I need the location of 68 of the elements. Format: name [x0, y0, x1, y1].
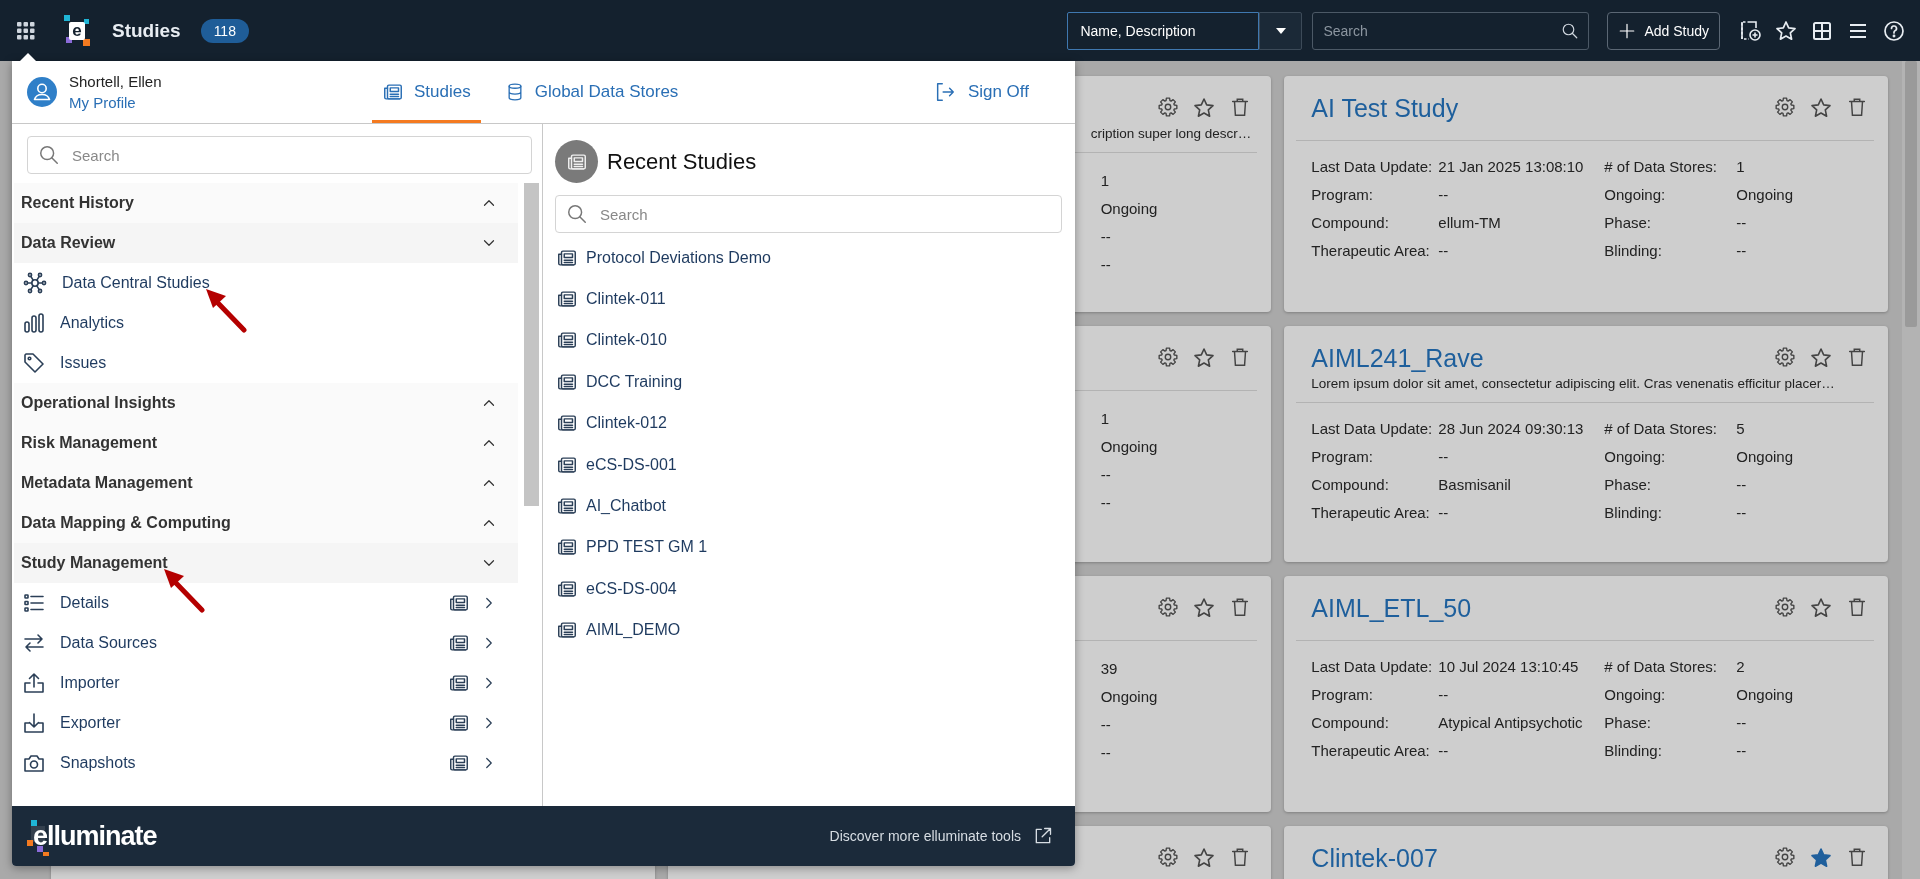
user-name: Shortell, Ellen — [69, 73, 162, 90]
field-label: Therapeutic Area: — [1311, 503, 1430, 521]
field-value: ellum-TM — [1438, 213, 1501, 231]
field-value: 1 — [1736, 157, 1745, 175]
field-value: 5 — [1736, 419, 1745, 437]
field-value: -- — [1736, 713, 1747, 731]
section-title: Recent Studies — [607, 148, 757, 175]
field-value: Basmisanil — [1438, 475, 1511, 493]
field-value: -- — [1100, 227, 1112, 245]
study-description: Lorem ipsum dolor sit amet, consectetur adipiscing elit. Cras venenatis efficitur placer… — [1310, 375, 1836, 393]
field-value: -- — [1100, 715, 1112, 733]
field-value: Ongoing — [1100, 199, 1159, 217]
app-logo: e — [64, 14, 90, 47]
field-label: Ongoing: — [1604, 185, 1666, 203]
count-badge: 118 — [200, 18, 249, 43]
field-value: -- — [1438, 241, 1449, 259]
field-value: -- — [1100, 465, 1112, 483]
field-label: Compound: — [1311, 213, 1389, 231]
field-value: Ongoing — [1736, 447, 1794, 465]
field-label: Ongoing: — [1604, 447, 1666, 465]
field-value: Atypical Antipsychotic — [1438, 713, 1583, 731]
field-label: Phase: — [1604, 213, 1652, 231]
field-value: Ongoing — [1100, 437, 1159, 455]
field-label: # of Data Stores: — [1604, 157, 1717, 175]
field-value: Ongoing — [1100, 687, 1159, 705]
field-label: Last Data Update: — [1311, 157, 1433, 175]
field-label: Program: — [1311, 447, 1373, 465]
study-description: cription super long descr… — [1090, 126, 1252, 141]
field-value: -- — [1100, 255, 1112, 273]
field-value: -- — [1438, 185, 1449, 203]
field-value: -- — [1736, 213, 1747, 231]
field-label: # of Data Stores: — [1604, 657, 1717, 675]
field-label: Ongoing: — [1604, 685, 1666, 703]
field-value: -- — [1100, 743, 1112, 761]
field-label: Program: — [1311, 185, 1373, 203]
field-value: -- — [1438, 741, 1449, 759]
field-label: Therapeutic Area: — [1311, 241, 1430, 259]
field-value: -- — [1736, 503, 1747, 521]
field-label: # of Data Stores: — [1604, 419, 1717, 437]
field-value: 2 — [1736, 657, 1745, 675]
field-value: -- — [1438, 503, 1449, 521]
field-value: -- — [1736, 475, 1747, 493]
field-value: Ongoing — [1736, 685, 1794, 703]
field-label: Therapeutic Area: — [1311, 741, 1430, 759]
field-label: Compound: — [1311, 475, 1389, 493]
field-value: -- — [1438, 685, 1449, 703]
page-title: Studies — [112, 19, 181, 42]
field-value: 28 Jun 2024 09:30:13 — [1438, 419, 1584, 437]
field-value: Ongoing — [1736, 185, 1794, 203]
elluminate-logo: elluminate — [27, 816, 157, 856]
field-value: 39 — [1100, 659, 1119, 677]
field-label: Phase: — [1604, 475, 1652, 493]
field-label: Last Data Update: — [1311, 657, 1433, 675]
field-value: 1 — [1100, 171, 1110, 189]
field-value: -- — [1736, 241, 1747, 259]
field-value: 21 Jan 2025 13:08:10 — [1438, 157, 1584, 175]
field-label: Phase: — [1604, 713, 1652, 731]
field-value: -- — [1438, 447, 1449, 465]
field-label: Blinding: — [1604, 741, 1662, 759]
field-label: Blinding: — [1604, 241, 1662, 259]
field-label: Last Data Update: — [1311, 419, 1433, 437]
field-label: Blinding: — [1604, 503, 1662, 521]
field-value: -- — [1736, 741, 1747, 759]
field-label: Compound: — [1311, 713, 1389, 731]
field-value: 1 — [1100, 409, 1110, 427]
field-value: -- — [1100, 493, 1112, 511]
field-value: 10 Jul 2024 13:10:45 — [1438, 657, 1579, 675]
field-label: Program: — [1311, 685, 1373, 703]
